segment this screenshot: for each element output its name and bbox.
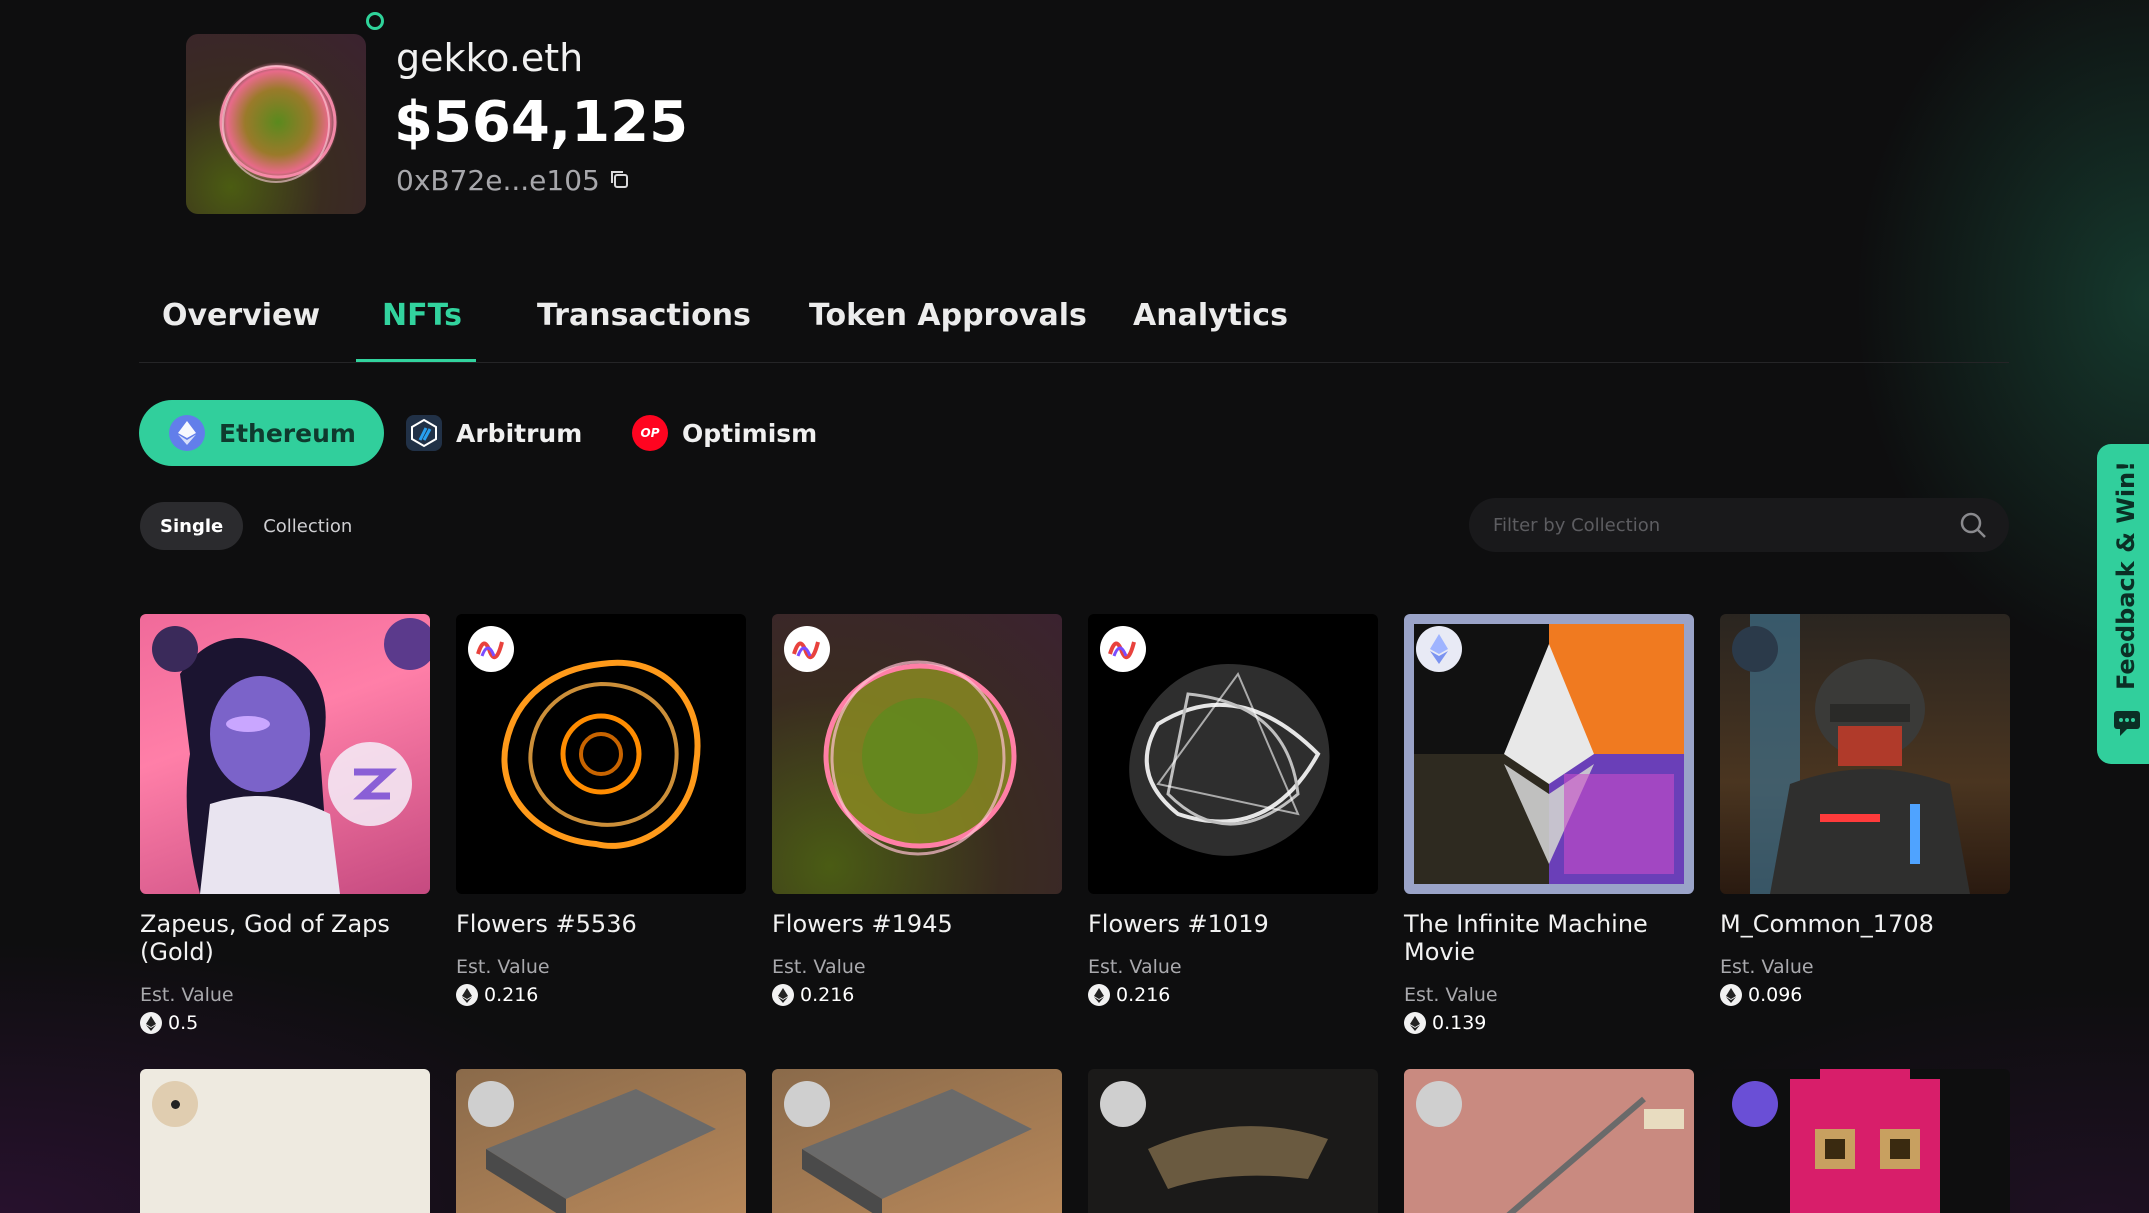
nft-value-amount: 0.216 <box>800 984 855 1006</box>
nft-value: 0.139 <box>1404 1012 1694 1034</box>
eth-icon <box>456 984 478 1006</box>
nft-value: 0.5 <box>140 1012 430 1034</box>
collection-badge-icon <box>152 1081 198 1127</box>
est-value-label: Est. Value <box>1720 956 1814 978</box>
wallet-avatar <box>186 34 366 214</box>
chain-arbitrum-button[interactable]: Arbitrum <box>406 400 582 466</box>
search-icon[interactable] <box>1959 511 1987 543</box>
chain-label: Ethereum <box>219 418 356 448</box>
arbitrum-icon <box>406 415 442 451</box>
chain-optimism-button[interactable]: OP Optimism <box>632 400 817 466</box>
nft-name: Zapeus, God of Zaps (Gold) <box>140 910 390 966</box>
address-row: 0xB72e...e105 <box>396 164 630 197</box>
nft-value-amount: 0.5 <box>168 1012 199 1034</box>
nft-card[interactable]: M_Common_1708 Est. Value 0.096 <box>1720 614 2010 1006</box>
ethereum-icon <box>169 415 205 451</box>
flowers-collection-icon <box>784 626 830 672</box>
feedback-label: Feedback & Win! <box>2112 460 2140 690</box>
eth-icon <box>140 1012 162 1034</box>
nft-card[interactable] <box>772 1069 1062 1213</box>
wallet-balance: $564,125 <box>394 90 689 155</box>
main-tabs: Overview NFTs Transactions Token Approva… <box>139 290 2009 363</box>
eth-icon <box>772 984 794 1006</box>
nft-value-amount: 0.216 <box>1116 984 1171 1006</box>
chain-label: Optimism <box>682 418 818 448</box>
est-value-label: Est. Value <box>456 956 550 978</box>
nft-name: The Infinite Machine Movie <box>1404 910 1648 966</box>
online-status-icon <box>366 12 384 30</box>
nft-name: M_Common_1708 <box>1720 910 1934 938</box>
nft-name: Flowers #5536 <box>456 910 637 938</box>
nft-value-amount: 0.096 <box>1748 984 1803 1006</box>
collection-badge-icon <box>784 1081 830 1127</box>
nft-card[interactable] <box>140 1069 430 1213</box>
collection-badge-icon <box>1100 1081 1146 1127</box>
nft-card[interactable]: Flowers #5536 Est. Value 0.216 <box>456 614 746 1006</box>
collection-filter <box>1469 498 2009 552</box>
tab-token-approvals[interactable]: Token Approvals <box>809 298 1087 333</box>
nft-card[interactable]: The Infinite Machine Movie Est. Value 0.… <box>1404 614 1694 1034</box>
nft-image <box>1088 614 1378 894</box>
eth-icon <box>1720 984 1742 1006</box>
flowers-collection-icon <box>468 626 514 672</box>
nft-card[interactable] <box>456 1069 746 1213</box>
nft-name: Flowers #1019 <box>1088 910 1269 938</box>
collection-badge-icon <box>1416 1081 1462 1127</box>
est-value-label: Est. Value <box>140 984 234 1006</box>
ens-name: gekko.eth <box>396 36 584 80</box>
nft-value-amount: 0.216 <box>484 984 539 1006</box>
nft-image <box>1404 614 1694 894</box>
nft-image <box>140 614 430 894</box>
nft-value: 0.216 <box>456 984 746 1006</box>
chain-label: Arbitrum <box>456 418 583 448</box>
chain-ethereum-button[interactable]: Ethereum <box>139 400 384 466</box>
copy-icon[interactable] <box>608 168 630 194</box>
eth-icon <box>1088 984 1110 1006</box>
nft-card[interactable] <box>1720 1069 2010 1213</box>
filter-input[interactable] <box>1491 513 1935 537</box>
tab-overview[interactable]: Overview <box>162 298 320 333</box>
ethereum-collection-icon <box>1416 626 1462 672</box>
active-tab-indicator <box>356 359 476 362</box>
collection-badge-icon <box>152 626 198 672</box>
collection-view-button[interactable]: Collection <box>243 502 372 550</box>
nft-image <box>456 614 746 894</box>
nft-card[interactable]: Flowers #1019 Est. Value 0.216 <box>1088 614 1378 1006</box>
nft-value: 0.096 <box>1720 984 2010 1006</box>
tab-transactions[interactable]: Transactions <box>537 298 751 333</box>
nft-value: 0.216 <box>1088 984 1378 1006</box>
wallet-address: 0xB72e...e105 <box>396 164 600 197</box>
nft-card[interactable]: Zapeus, God of Zaps (Gold) Est. Value 0.… <box>140 614 430 1034</box>
est-value-label: Est. Value <box>1404 984 1498 1006</box>
tab-nfts[interactable]: NFTs <box>382 298 462 333</box>
optimism-icon: OP <box>632 415 668 451</box>
nft-image <box>772 614 1062 894</box>
nft-image <box>1720 614 2010 894</box>
chat-icon <box>2112 708 2142 742</box>
view-toggle: Single Collection <box>140 502 372 550</box>
nft-card[interactable] <box>1088 1069 1378 1213</box>
nft-name: Flowers #1945 <box>772 910 953 938</box>
collection-badge-icon <box>468 1081 514 1127</box>
nft-card[interactable]: Flowers #1945 Est. Value 0.216 <box>772 614 1062 1006</box>
nft-card[interactable] <box>1404 1069 1694 1213</box>
single-view-button[interactable]: Single <box>140 502 244 550</box>
eth-icon <box>1404 1012 1426 1034</box>
nft-value-amount: 0.139 <box>1432 1012 1487 1034</box>
collection-badge-icon <box>1732 626 1778 672</box>
est-value-label: Est. Value <box>1088 956 1182 978</box>
est-value-label: Est. Value <box>772 956 866 978</box>
nft-value: 0.216 <box>772 984 1062 1006</box>
collection-badge-icon <box>1732 1081 1778 1127</box>
tab-analytics[interactable]: Analytics <box>1133 298 1288 333</box>
flowers-collection-icon <box>1100 626 1146 672</box>
